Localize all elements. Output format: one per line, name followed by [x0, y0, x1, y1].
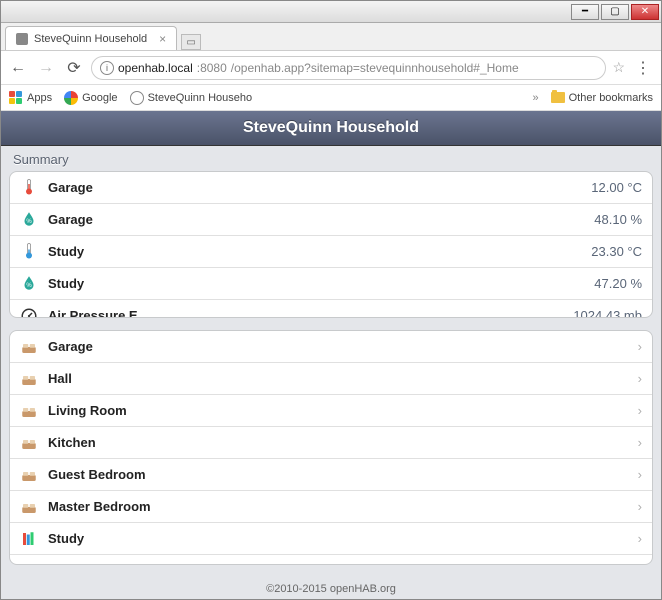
window-minimize-button[interactable]: ━ — [571, 4, 599, 20]
new-tab-button[interactable]: ▭ — [181, 34, 201, 50]
chevron-right-icon: › — [638, 435, 642, 450]
browser-tab[interactable]: SteveQuinn Household × — [5, 26, 177, 50]
svg-text:%: % — [26, 219, 32, 225]
summary-group: Garage 12.00 °C% Garage 48.10 % Study 23.30 °… — [9, 171, 653, 319]
chevron-right-icon: › — [638, 467, 642, 482]
summary-label: Garage — [48, 212, 584, 227]
section-summary-label: Summary — [1, 146, 661, 171]
room-label: Garage — [48, 339, 628, 354]
site-info-icon[interactable]: i — [100, 61, 114, 75]
humid-icon: % — [20, 210, 38, 228]
address-bar: ← → ⟳ i openhab.local :8080/openhab.app?s… — [1, 51, 661, 85]
url-port: :8080 — [197, 61, 227, 75]
room-row[interactable]: Living Room › — [10, 395, 652, 427]
sq-favicon — [130, 91, 144, 105]
summary-value: 1024.43 mb — [573, 308, 642, 318]
summary-label: Air Pressure E — [48, 308, 563, 318]
therm-blue-icon — [20, 242, 38, 260]
bookmark-star-icon[interactable]: ☆ — [612, 59, 625, 76]
room-row[interactable]: Master Bedroom › — [10, 491, 652, 523]
browser-window: ━ ▢ ✕ SteveQuinn Household × ▭ ← → ⟳ i o… — [0, 0, 662, 600]
chart-icon — [20, 562, 38, 565]
room-label: Kitchen — [48, 435, 628, 450]
folder-icon — [551, 92, 565, 103]
room-row[interactable]: Hall › — [10, 363, 652, 395]
tab-bar: SteveQuinn Household × ▭ — [1, 23, 661, 51]
app-title: SteveQuinn Household — [243, 119, 419, 137]
footer: ©2010-2015 openHAB.org — [1, 577, 661, 599]
chevron-right-icon: › — [638, 531, 642, 546]
books-icon — [20, 530, 38, 548]
room-row[interactable]: Trends › — [10, 555, 652, 565]
room-label: Trends — [48, 564, 628, 565]
room-label: Hall — [48, 371, 628, 386]
room-label: Master Bedroom — [48, 499, 628, 514]
summary-value: 47.20 % — [594, 276, 642, 291]
apps-icon — [9, 91, 23, 105]
room-icon — [20, 338, 38, 356]
summary-row: Air Pressure E 1024.43 mb — [10, 300, 652, 319]
summary-label: Study — [48, 276, 584, 291]
summary-value: 48.10 % — [594, 212, 642, 227]
sq-bookmark[interactable]: SteveQuinn Househo — [130, 91, 253, 105]
summary-row: Garage 12.00 °C — [10, 172, 652, 204]
summary-row: Study 23.30 °C — [10, 236, 652, 268]
room-icon — [20, 434, 38, 452]
other-bookmarks-label: Other bookmarks — [569, 92, 653, 104]
chevron-right-icon: › — [638, 499, 642, 514]
room-icon — [20, 498, 38, 516]
summary-row: % Study 47.20 % — [10, 268, 652, 300]
google-icon — [64, 91, 78, 105]
bookmark-overflow-button[interactable]: » — [533, 92, 539, 104]
humid-icon: % — [20, 274, 38, 292]
chevron-right-icon: › — [638, 371, 642, 386]
room-row[interactable]: Garage › — [10, 331, 652, 363]
room-icon — [20, 466, 38, 484]
svg-text:%: % — [26, 283, 32, 289]
sq-label: SteveQuinn Househo — [148, 92, 253, 104]
chevron-right-icon: › — [638, 403, 642, 418]
chevron-right-icon: › — [638, 339, 642, 354]
therm-red-icon — [20, 178, 38, 196]
room-icon — [20, 370, 38, 388]
apps-bookmark[interactable]: Apps — [9, 91, 52, 105]
room-label: Guest Bedroom — [48, 467, 628, 482]
room-icon — [20, 402, 38, 420]
bookmark-bar: Apps Google SteveQuinn Househo » Other b… — [1, 85, 661, 111]
google-bookmark[interactable]: Google — [64, 91, 117, 105]
page-content: SteveQuinn Household Summary Garage 12.00… — [1, 111, 661, 599]
room-label: Living Room — [48, 403, 628, 418]
app-header: SteveQuinn Household — [1, 111, 661, 146]
window-titlebar: ━ ▢ ✕ — [1, 1, 661, 23]
window-close-button[interactable]: ✕ — [631, 4, 659, 20]
room-row[interactable]: Study › — [10, 523, 652, 555]
window-maximize-button[interactable]: ▢ — [601, 4, 629, 20]
browser-menu-button[interactable]: ⋮ — [631, 58, 655, 78]
tab-favicon — [16, 33, 28, 45]
tab-title: SteveQuinn Household — [34, 33, 147, 45]
room-row[interactable]: Kitchen › — [10, 427, 652, 459]
google-label: Google — [82, 92, 117, 104]
url-host: openhab.local — [118, 61, 193, 75]
reload-button[interactable]: ⟳ — [63, 57, 85, 79]
other-bookmarks[interactable]: Other bookmarks — [551, 92, 653, 104]
room-row[interactable]: Guest Bedroom › — [10, 459, 652, 491]
back-button[interactable]: ← — [7, 57, 29, 79]
pressure-icon — [20, 307, 38, 319]
room-label: Study — [48, 531, 628, 546]
url-path: /openhab.app?sitemap=stevequinnhousehold… — [231, 61, 519, 75]
url-input[interactable]: i openhab.local :8080/openhab.app?sitemap… — [91, 56, 606, 80]
rooms-group: Garage›Hall›Living Room›Kitchen›Guest Be… — [9, 330, 653, 565]
forward-button[interactable]: → — [35, 57, 57, 79]
summary-row: % Garage 48.10 % — [10, 204, 652, 236]
summary-value: 23.30 °C — [591, 244, 642, 259]
summary-label: Garage — [48, 180, 581, 195]
summary-value: 12.00 °C — [591, 180, 642, 195]
apps-label: Apps — [27, 92, 52, 104]
tab-close-icon[interactable]: × — [159, 32, 166, 46]
summary-label: Study — [48, 244, 581, 259]
chevron-right-icon: › — [638, 564, 642, 565]
